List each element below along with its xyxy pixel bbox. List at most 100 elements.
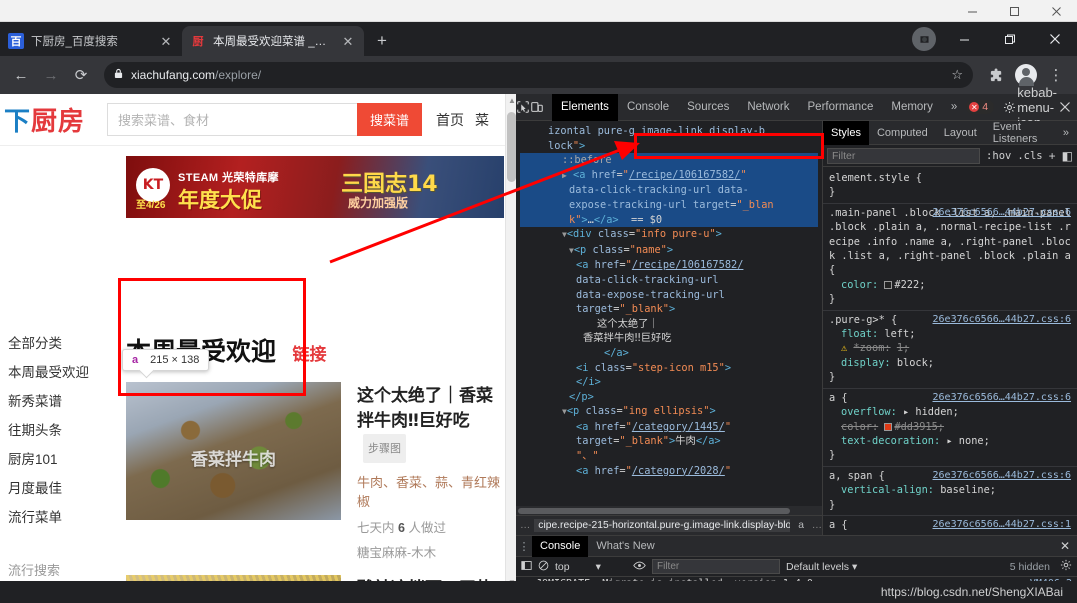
css-declaration[interactable]: color: #222; [829,278,1071,292]
nav-item-recipes[interactable]: 菜 [475,110,489,130]
dom-tree[interactable]: izontal pure-g image-link display-b lock"… [516,121,822,506]
console-sidebar-icon[interactable] [521,560,532,574]
console-context-selector[interactable]: top ▾ [555,561,627,573]
tab-2-close-icon[interactable]: ✕ [340,33,356,49]
console-settings-gear-icon[interactable] [1060,559,1072,574]
tab-console[interactable]: Console [618,94,678,121]
dom-tree-line[interactable]: <a href="/recipe/106167582/ [520,258,818,273]
breadcrumb-overflow-left[interactable]: … [520,520,530,531]
sidebar-item-popular-menus[interactable]: 流行菜单 [8,503,120,532]
breadcrumb-item-selected[interactable]: cipe.recipe-215-horizontal.pure-g.image-… [534,519,791,532]
styles-sidebar-toggle-icon[interactable]: ◧ [1062,149,1073,163]
nav-item-home[interactable]: 首页 [436,110,464,130]
tab-layout[interactable]: Layout [936,121,985,145]
css-declaration[interactable]: vertical-align: baseline; [829,483,1071,497]
dom-tree-line[interactable]: ▼<p class="ing ellipsis"> [520,404,818,420]
section-link[interactable]: 链接 [292,345,326,364]
chrome-maximize-button[interactable] [987,22,1032,56]
css-rule[interactable]: element.style {} [823,169,1077,204]
dom-tree-line[interactable]: <a href="/category/2028/" [520,464,818,479]
sidebar-item-new-recipes[interactable]: 新秀菜谱 [8,387,120,416]
tab-sources[interactable]: Sources [678,94,738,121]
styles-rule-list[interactable]: element.style {} 26e376c6566…44b27.css:6.… [823,167,1077,535]
chrome-close-button[interactable] [1032,22,1077,56]
sidebar-item-past-headlines[interactable]: 往期头条 [8,416,120,445]
styles-filter-input[interactable]: Filter [827,147,981,164]
tab-1-close-icon[interactable]: ✕ [158,33,174,49]
recipe-ingredients[interactable]: 牛肉、香菜、蒜、青红辣椒 [357,472,501,510]
dom-tree-line[interactable]: </p> [520,390,818,405]
search-button[interactable]: 搜菜谱 [357,103,423,136]
tab-styles[interactable]: Styles [823,121,869,145]
sidebar-item-all[interactable]: 全部分类 [8,329,120,358]
recipe-thumbnail[interactable]: 香菜拌牛肉 [126,382,341,520]
drawer-tab-whats-new[interactable]: What's New [588,536,662,557]
dom-tree-line[interactable]: k">…</a> == $0 [520,212,818,228]
bookmark-star-icon[interactable]: ☆ [951,67,963,83]
breadcrumb-overflow-right[interactable]: … [812,520,822,531]
console-filter-input[interactable]: Filter [652,559,780,574]
hov-toggle[interactable]: :hov [986,150,1011,162]
dom-tree-line[interactable]: lock"> [520,139,818,154]
css-rule-source[interactable]: 26e376c6566…44b27.css:1 [933,518,1071,532]
kebab-menu-icon[interactable]: kebab-menu-icon [1017,85,1057,130]
drawer-tab-console[interactable]: Console [532,535,589,557]
dom-tree-line[interactable]: </i> [520,375,818,390]
drawer-menu-icon[interactable]: ⋮ [516,540,532,553]
dom-tree-line[interactable]: expose-tracking-url target="_blan [520,197,818,213]
css-rule-source[interactable]: 26e376c6566…44b27.css:6 [933,391,1071,405]
ad-banner[interactable]: KT STEAM 光荣特库摩 年度大促 至4/26 三国志14 威力加强版 [126,156,504,218]
site-logo[interactable]: 下厨房 [4,101,85,138]
css-declaration[interactable]: float: left; [829,327,1071,341]
dom-tree-line[interactable]: <i class="step-icon m15"> [520,361,818,376]
css-declaration[interactable]: overflow: ▸ hidden; [829,405,1071,419]
dom-tree-line[interactable]: data-expose-tracking-url [520,288,818,303]
recipe-item-1[interactable]: 香菜拌牛肉 这个太绝了｜香菜拌牛肉‼巨好吃步骤图 牛肉、香菜、蒜、青红辣椒 七天… [126,382,501,561]
console-hidden-count[interactable]: 5 hidden [1010,561,1054,573]
css-declaration[interactable]: text-decoration: ▸ none; [829,434,1071,448]
page-vertical-scrollbar[interactable]: ▲ ▼ [505,94,516,589]
tab-performance[interactable]: Performance [799,94,883,121]
host-minimize-button[interactable] [951,0,993,22]
css-rule-source[interactable]: 26e376c6566…44b27.css:6 [933,469,1071,483]
css-declaration[interactable]: color: #dd3915; [829,420,1071,434]
search-input[interactable]: 搜索菜谱、食材 [107,103,358,136]
chrome-minimize-button[interactable] [942,22,987,56]
tab-elements[interactable]: Elements [552,93,618,121]
dom-tree-line[interactable]: </a> [520,346,818,361]
dom-scroll-thumb[interactable] [518,508,790,514]
reload-button[interactable]: ⟳ [68,62,94,88]
console-levels-dropdown[interactable]: Default levels ▾ [786,561,857,573]
css-selector[interactable]: element.style { [829,171,1071,185]
dom-tree-line[interactable]: ▶ <a href="/recipe/106167582/" [520,167,818,184]
dom-tree-line[interactable]: "、" [520,449,818,464]
dom-tree-line[interactable]: ▼<div class="info pure-u"> [520,227,818,243]
forward-button[interactable]: → [38,62,64,88]
dom-tree-line[interactable]: target="_blank"> [520,302,818,317]
dom-tree-line[interactable]: ▼<p class="name"> [520,243,818,259]
inspect-element-icon[interactable] [516,94,530,120]
styles-tab-overflow-icon[interactable]: » [1055,121,1077,145]
device-toolbar-icon[interactable] [530,94,544,120]
css-rule[interactable]: 26e376c6566…44b27.css:6 a, span {vertical… [823,467,1077,516]
css-rule[interactable]: 26e376c6566…44b27.css:1 a { [823,516,1077,535]
dom-tree-line[interactable]: izontal pure-g image-link display-b [520,124,818,139]
browser-tab-1[interactable]: 百 下厨房_百度搜索 ✕ [0,26,182,56]
address-bar[interactable]: xiachufang.com/explore/ ☆ [104,62,973,88]
breadcrumb-item-a[interactable]: a [794,519,807,532]
tab-computed[interactable]: Computed [869,121,936,145]
host-maximize-button[interactable] [993,0,1035,22]
tab-memory[interactable]: Memory [882,94,942,121]
sidebar-item-weekly-popular[interactable]: 本周最受欢迎 [8,358,120,387]
recipe-author[interactable]: 糖宝麻麻-木木 [357,542,501,561]
eye-icon[interactable] [633,560,646,574]
page-vertical-scroll-thumb[interactable] [507,112,516,182]
cls-toggle[interactable]: .cls [1017,150,1042,162]
new-style-rule-button[interactable]: + [1049,149,1056,163]
devtools-close-icon[interactable] [1052,94,1077,120]
extension-badge-icon[interactable] [912,27,936,51]
scroll-up-arrow-icon[interactable]: ▲ [508,96,516,105]
css-rule[interactable]: 26e376c6566…44b27.css:6 .pure-g>* {float:… [823,311,1077,389]
extensions-icon[interactable] [983,62,1009,88]
tab-event-listeners[interactable]: Event Listeners [985,121,1055,145]
